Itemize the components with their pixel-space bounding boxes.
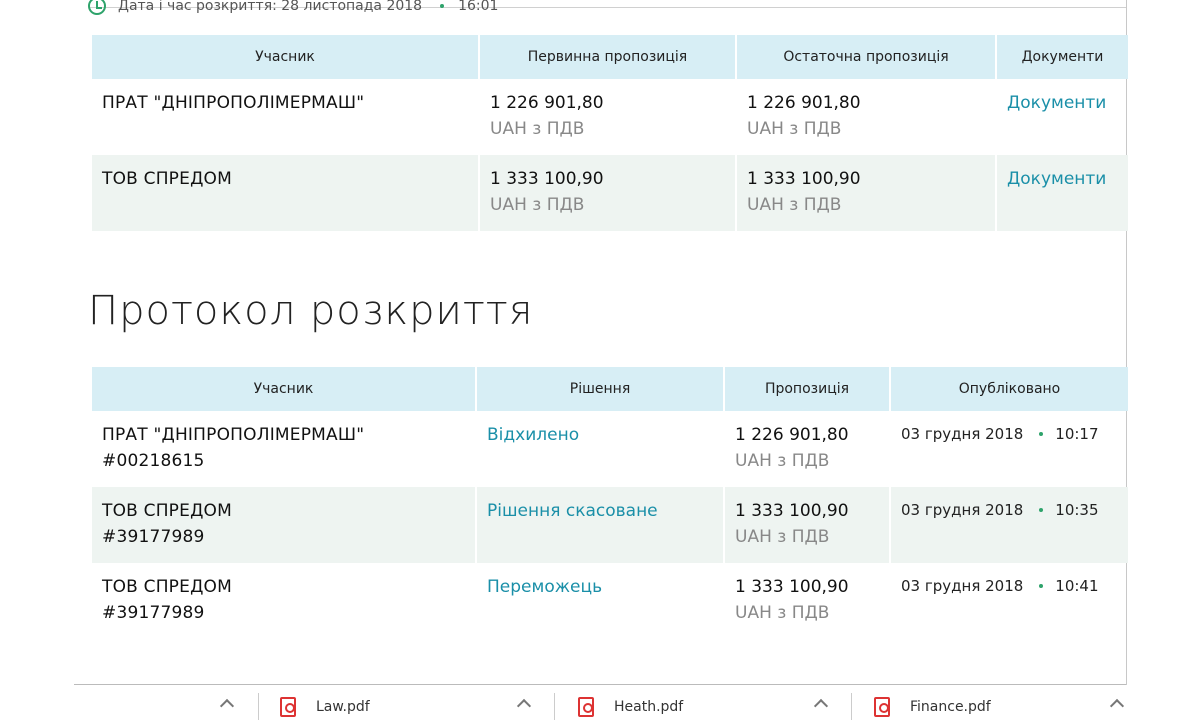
table-row: ПРАТ "ДНІПРОПОЛІМЕРМАШ" 1 226 901,80 UAH… — [92, 79, 1128, 155]
initial-amount: 1 333 100,90 — [490, 169, 604, 189]
participant-cell: ТОВ СПРЕДОМ — [92, 155, 478, 231]
published-time: 10:35 — [1055, 501, 1099, 519]
offer-cell: 1 333 100,90 UAH з ПДВ — [725, 487, 889, 563]
published-date: 03 грудня 2018 — [901, 425, 1024, 443]
pdf-file-icon — [874, 697, 890, 717]
decision-link[interactable]: Відхилено — [487, 425, 579, 445]
open-date-label: Дата і час розкриття: 28 листопада 2018 — [118, 0, 423, 14]
initial-offer-cell: 1 226 901,80 UAH з ПДВ — [480, 79, 735, 155]
col-participant: Учасник — [92, 35, 478, 79]
chevron-up-icon[interactable] — [1109, 698, 1125, 714]
published-time: 10:41 — [1055, 577, 1099, 595]
published-datetime: 03 грудня 2018 10:41 — [901, 577, 1128, 595]
decision-link[interactable]: Переможець — [487, 577, 602, 597]
separator-dot — [440, 4, 445, 8]
published-cell: 03 грудня 2018 10:17 — [891, 411, 1128, 487]
documents-cell: Документи — [997, 155, 1128, 231]
decision-cell: Переможець — [477, 563, 723, 639]
offers-table: Учасник Первинна пропозиція Остаточна пр… — [90, 35, 1130, 231]
participant-code: #39177989 — [102, 603, 205, 623]
initial-amount: 1 226 901,80 — [490, 93, 604, 113]
offer-amount: 1 333 100,90 — [735, 577, 849, 597]
participant-code: #39177989 — [102, 527, 205, 547]
pdf-file-icon — [280, 697, 296, 717]
published-datetime: 03 грудня 2018 10:35 — [901, 501, 1128, 519]
published-cell: 03 грудня 2018 10:35 — [891, 487, 1128, 563]
chevron-up-icon[interactable] — [219, 698, 235, 714]
participant-name: ПРАТ "ДНІПРОПОЛІМЕРМАШ" — [102, 93, 365, 113]
published-time: 10:17 — [1055, 425, 1099, 443]
participant-cell: ПРАТ "ДНІПРОПОЛІМЕРМАШ" #00218615 — [92, 411, 475, 487]
offer-currency: UAH з ПДВ — [735, 451, 830, 471]
table-row: ТОВ СПРЕДОМ #39177989 Рішення скасоване … — [92, 487, 1128, 563]
offer-amount: 1 333 100,90 — [735, 501, 849, 521]
open-date-line: Дата і час розкриття: 28 листопада 2018 … — [88, 0, 498, 18]
documents-link[interactable]: Документи — [1007, 169, 1106, 189]
published-date: 03 грудня 2018 — [901, 501, 1024, 519]
col-participant: Учасник — [92, 367, 475, 411]
participant-name: ТОВ СПРЕДОМ — [102, 169, 233, 189]
col-decision: Рішення — [477, 367, 723, 411]
col-published: Опубліковано — [891, 367, 1128, 411]
documents-link[interactable]: Документи — [1007, 93, 1106, 113]
participant-name: ТОВ СПРЕДОМ — [102, 577, 233, 597]
final-currency: UAH з ПДВ — [747, 119, 842, 139]
participant-cell: ТОВ СПРЕДОМ #39177989 — [92, 563, 475, 639]
separator-dot — [1039, 584, 1044, 588]
decision-cell: Рішення скасоване — [477, 487, 723, 563]
participant-name: ТОВ СПРЕДОМ — [102, 501, 233, 521]
decision-cell: Відхилено — [477, 411, 723, 487]
protocol-title: Протокол розкриття — [88, 288, 534, 334]
offer-currency: UAH з ПДВ — [735, 527, 830, 547]
download-divider — [851, 693, 852, 720]
downloads-bar: Law.pdf Heath.pdf Finance.pdf — [74, 684, 1126, 720]
participant-cell: ПРАТ "ДНІПРОПОЛІМЕРМАШ" — [92, 79, 478, 155]
initial-currency: UAH з ПДВ — [490, 119, 585, 139]
decision-link[interactable]: Рішення скасоване — [487, 501, 658, 521]
participant-code: #00218615 — [102, 451, 205, 471]
download-filename: Heath.pdf — [614, 699, 684, 715]
col-offer: Пропозиція — [725, 367, 889, 411]
separator-dot — [1039, 508, 1044, 512]
published-cell: 03 грудня 2018 10:41 — [891, 563, 1128, 639]
chevron-up-icon[interactable] — [516, 698, 532, 714]
offer-cell: 1 333 100,90 UAH з ПДВ — [725, 563, 889, 639]
table-row: ТОВ СПРЕДОМ 1 333 100,90 UAH з ПДВ 1 333… — [92, 155, 1128, 231]
final-offer-cell: 1 333 100,90 UAH з ПДВ — [737, 155, 995, 231]
col-final-offer: Остаточна пропозиція — [737, 35, 995, 79]
final-currency: UAH з ПДВ — [747, 195, 842, 215]
open-time: 16:01 — [458, 0, 499, 14]
final-amount: 1 333 100,90 — [747, 169, 861, 189]
table-row: ТОВ СПРЕДОМ #39177989 Переможець 1 333 1… — [92, 563, 1128, 639]
col-initial-offer: Первинна пропозиція — [480, 35, 735, 79]
download-filename: Law.pdf — [316, 699, 370, 715]
initial-currency: UAH з ПДВ — [490, 195, 585, 215]
chevron-up-icon[interactable] — [813, 698, 829, 714]
participant-cell: ТОВ СПРЕДОМ #39177989 — [92, 487, 475, 563]
pdf-file-icon — [578, 697, 594, 717]
initial-offer-cell: 1 333 100,90 UAH з ПДВ — [480, 155, 735, 231]
separator-dot — [1039, 432, 1044, 436]
download-divider — [554, 693, 555, 720]
clock-icon — [88, 0, 106, 15]
protocol-table: Учасник Рішення Пропозиція Опубліковано … — [90, 367, 1130, 639]
offer-amount: 1 226 901,80 — [735, 425, 849, 445]
download-divider — [258, 693, 259, 720]
published-datetime: 03 грудня 2018 10:17 — [901, 425, 1128, 443]
download-item-finance[interactable]: Finance.pdf — [874, 693, 991, 720]
documents-cell: Документи — [997, 79, 1128, 155]
protocol-header-row: Учасник Рішення Пропозиція Опубліковано — [92, 367, 1128, 411]
offers-header-row: Учасник Первинна пропозиція Остаточна пр… — [92, 35, 1128, 79]
final-offer-cell: 1 226 901,80 UAH з ПДВ — [737, 79, 995, 155]
col-documents: Документи — [997, 35, 1128, 79]
download-item-heath[interactable]: Heath.pdf — [578, 693, 683, 720]
offer-cell: 1 226 901,80 UAH з ПДВ — [725, 411, 889, 487]
published-date: 03 грудня 2018 — [901, 577, 1024, 595]
table-row: ПРАТ "ДНІПРОПОЛІМЕРМАШ" #00218615 Відхил… — [92, 411, 1128, 487]
final-amount: 1 226 901,80 — [747, 93, 861, 113]
download-item-law[interactable]: Law.pdf — [280, 693, 370, 720]
offer-currency: UAH з ПДВ — [735, 603, 830, 623]
download-filename: Finance.pdf — [910, 699, 991, 715]
participant-name: ПРАТ "ДНІПРОПОЛІМЕРМАШ" — [102, 425, 365, 445]
